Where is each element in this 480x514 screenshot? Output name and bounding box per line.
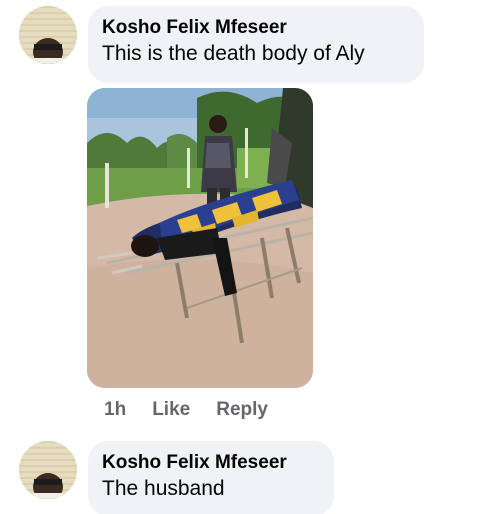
comment-bubble: Kosho Felix Mfeseer This is the death bo…	[88, 6, 424, 83]
comment-attached-photo[interactable]	[87, 88, 313, 388]
comment-thread: Kosho Felix Mfeseer This is the death bo…	[0, 0, 480, 514]
avatar[interactable]	[19, 6, 77, 64]
comment-bubble: Kosho Felix Mfeseer The husband	[88, 441, 334, 514]
comment-timestamp[interactable]: 1h	[104, 399, 126, 421]
like-button[interactable]: Like	[152, 399, 190, 421]
comment-text: This is the death body of Aly	[102, 42, 365, 65]
comment-text: The husband	[102, 477, 225, 500]
avatar-photo	[19, 6, 77, 64]
comment-actions: 1h Like Reply	[104, 399, 268, 421]
avatar-photo	[19, 441, 77, 499]
photo-image	[87, 88, 313, 388]
comment-author[interactable]: Kosho Felix Mfeseer	[102, 16, 410, 40]
comment-author[interactable]: Kosho Felix Mfeseer	[102, 451, 320, 475]
reply-button[interactable]: Reply	[216, 399, 268, 421]
avatar[interactable]	[19, 441, 77, 499]
